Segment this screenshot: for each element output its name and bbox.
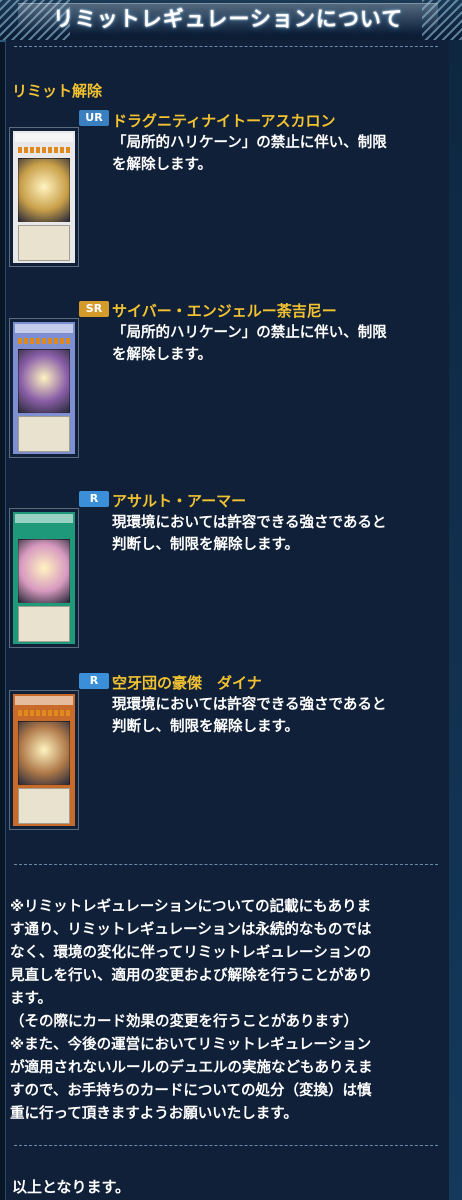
rarity-badge: UR bbox=[79, 110, 109, 126]
card-art bbox=[18, 721, 70, 785]
rarity-badge: SR bbox=[79, 301, 109, 317]
card-name: サイバー・エンジェルー荼吉尼ー bbox=[112, 302, 337, 320]
rarity-badge: R bbox=[79, 673, 109, 689]
card-name: アサルト・アーマー bbox=[112, 492, 247, 510]
page-header: リミットレギュレーションについて bbox=[0, 0, 462, 42]
card-description: 「局所的ハリケーン」の禁止に伴い、制限 を解除します。 bbox=[112, 325, 387, 363]
divider-top bbox=[14, 46, 438, 47]
card-art bbox=[18, 349, 70, 413]
card-art bbox=[18, 158, 70, 222]
card-description: 現環境においては許容できる強さであると 判断し、制限を解除します。 bbox=[112, 697, 387, 735]
notice-text: ※リミットレギュレーションについての記載にもありま す通り、リミットレギュレーシ… bbox=[10, 899, 373, 1122]
card-name: ドラグニティナイトーアスカロン bbox=[112, 112, 336, 130]
card-name: 空牙団の豪傑 ダイナ bbox=[112, 674, 262, 692]
rarity-badge: R bbox=[79, 491, 109, 507]
scrollbar-track[interactable] bbox=[449, 40, 462, 1200]
card-description: 現環境においては許容できる強さであると 判断し、制限を解除します。 bbox=[112, 515, 387, 553]
card-art bbox=[18, 539, 70, 603]
section-title: リミット解除 bbox=[12, 82, 103, 100]
header-decoration-right bbox=[422, 0, 462, 40]
divider-middle bbox=[14, 864, 438, 865]
card-image-dakini[interactable] bbox=[9, 318, 79, 458]
page-title: リミットレギュレーションについて bbox=[18, 3, 438, 34]
closing-text: 以上となります。 bbox=[12, 1178, 131, 1196]
card-image-ascalon[interactable] bbox=[9, 127, 79, 267]
card-image-dyna[interactable] bbox=[9, 690, 79, 830]
card-image-assault-armor[interactable] bbox=[9, 508, 79, 648]
card-description: 「局所的ハリケーン」の禁止に伴い、制限 を解除します。 bbox=[112, 135, 387, 173]
divider-bottom bbox=[14, 1145, 438, 1146]
